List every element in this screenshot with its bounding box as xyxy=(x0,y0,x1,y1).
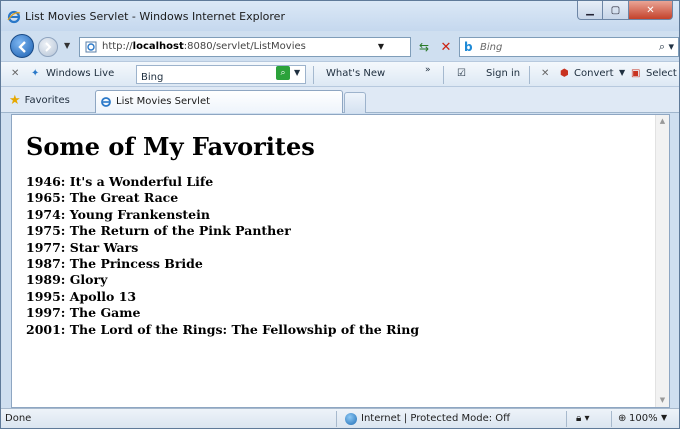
search-options-dropdown-icon[interactable]: ▼ xyxy=(294,68,300,77)
close-toolbar-icon[interactable]: ✕ xyxy=(541,68,549,79)
vertical-scrollbar[interactable]: ▲ ▼ xyxy=(655,115,669,407)
favorites-button[interactable]: ★ Favorites xyxy=(5,89,74,111)
page-icon xyxy=(85,41,97,53)
scroll-up-arrow-icon[interactable]: ▲ xyxy=(656,115,669,128)
refresh-button[interactable]: ⇆ xyxy=(414,37,434,57)
status-separator xyxy=(611,411,612,427)
list-item: 1974: Young Frankenstein xyxy=(26,206,210,222)
window-title: List Movies Servlet - Windows Internet E… xyxy=(25,10,285,23)
forward-arrow-icon xyxy=(45,42,52,52)
star-icon: ★ xyxy=(9,92,21,108)
title-bar: List Movies Servlet - Windows Internet E… xyxy=(1,1,679,31)
zoom-level[interactable]: 100% xyxy=(629,413,658,424)
list-item: 1977: Star Wars xyxy=(26,239,139,255)
convert-button[interactable]: Convert xyxy=(574,68,614,79)
stop-button[interactable]: ✕ xyxy=(436,37,456,57)
convert-dropdown-icon[interactable]: ▼ xyxy=(619,68,625,77)
chevron-more-icon[interactable]: » xyxy=(425,65,431,75)
list-item: 2001: The Lord of the Rings: The Fellows… xyxy=(26,321,420,337)
search-icon[interactable]: ⌕ ▾ xyxy=(659,40,674,54)
list-item: 1965: The Great Race xyxy=(26,190,179,206)
tab-label: List Movies Servlet xyxy=(116,96,211,107)
movie-list: 1946: It's a Wonderful Life 1965: The Gr… xyxy=(26,174,419,338)
url-text[interactable]: http://localhost:8080/servlet/ListMovies xyxy=(102,41,306,52)
close-icon: ✕ xyxy=(646,4,655,16)
list-item: 1997: The Game xyxy=(26,305,141,321)
address-bar[interactable]: http://localhost:8080/servlet/ListMovies… xyxy=(79,37,411,57)
security-icon[interactable]: 🔒︎ ▾ xyxy=(576,413,590,424)
page-content: Some of My Favorites 1946: It's a Wonder… xyxy=(11,114,670,408)
window-controls: ▁ ▢ ✕ xyxy=(577,1,673,21)
zoom-dropdown-icon[interactable]: ▼ xyxy=(661,413,667,422)
maximize-icon: ▢ xyxy=(610,4,621,16)
scroll-down-arrow-icon[interactable]: ▼ xyxy=(656,394,669,407)
address-dropdown-icon[interactable]: ▼ xyxy=(378,42,384,51)
stop-icon: ✕ xyxy=(440,39,452,55)
internet-zone-icon xyxy=(345,413,357,425)
back-button[interactable] xyxy=(10,34,34,58)
select-icon: ▣ xyxy=(631,68,641,79)
list-item: 1987: The Princess Bride xyxy=(26,255,203,271)
page-title: Some of My Favorites xyxy=(26,132,315,161)
search-input[interactable]: b Bing ⌕ ▾ xyxy=(459,37,679,57)
checkbox-icon: ☑ xyxy=(457,68,466,79)
status-separator xyxy=(336,411,337,427)
browser-window: List Movies Servlet - Windows Internet E… xyxy=(0,0,680,429)
list-item: 1946: It's a Wonderful Life xyxy=(26,174,214,189)
status-separator xyxy=(566,411,567,427)
whats-new-link[interactable]: What's New xyxy=(326,68,385,79)
maximize-button[interactable]: ▢ xyxy=(603,1,629,20)
search-go-button[interactable]: ⌕ xyxy=(276,66,290,80)
favorites-label: Favorites xyxy=(24,94,70,106)
close-toolbar-icon[interactable]: ✕ xyxy=(11,68,19,79)
sign-in-link[interactable]: Sign in xyxy=(486,68,520,79)
windows-live-label[interactable]: Windows Live xyxy=(46,68,114,79)
zoom-icon: ⊕ xyxy=(618,413,627,424)
zone-status[interactable]: Internet | Protected Mode: Off xyxy=(361,413,510,424)
toolbar-row: ✕ ✦ Windows Live Bing ⌕ ▼ What's New » ☑… xyxy=(1,61,679,87)
recent-pages-dropdown[interactable]: ▼ xyxy=(64,41,70,50)
search-placeholder: Bing xyxy=(480,42,503,53)
address-row: ▼ http://localhost:8080/servlet/ListMovi… xyxy=(1,31,679,61)
ie-page-icon xyxy=(101,97,111,107)
pdf-convert-icon: ⬢ xyxy=(560,68,569,79)
ie-logo-icon xyxy=(7,10,21,24)
favorites-row: ★ Favorites List Movies Servlet xyxy=(1,87,679,113)
windows-live-search-value: Bing xyxy=(141,72,164,83)
refresh-icon: ⇆ xyxy=(418,40,430,54)
minimize-button[interactable]: ▁ xyxy=(577,1,603,20)
tab-list-movies-servlet[interactable]: List Movies Servlet xyxy=(95,90,343,113)
list-item: 1989: Glory xyxy=(26,272,108,288)
toolbar-separator xyxy=(313,66,314,84)
status-text: Done xyxy=(5,413,32,424)
list-item: 1975: The Return of the Pink Panther xyxy=(26,223,291,239)
back-arrow-icon xyxy=(18,41,26,53)
select-button[interactable]: Select xyxy=(646,68,677,79)
status-bar: Done Internet | Protected Mode: Off 🔒︎ ▾… xyxy=(1,408,679,428)
minimize-icon: ▁ xyxy=(586,4,594,16)
toolbar-separator xyxy=(529,66,530,84)
toolbar-separator xyxy=(443,66,444,84)
forward-button[interactable] xyxy=(38,37,58,57)
bing-icon: b xyxy=(464,40,473,54)
close-button[interactable]: ✕ xyxy=(629,1,673,20)
list-item: 1995: Apollo 13 xyxy=(26,288,137,304)
windows-live-icon: ✦ xyxy=(31,68,40,79)
new-tab-button[interactable] xyxy=(344,92,366,113)
